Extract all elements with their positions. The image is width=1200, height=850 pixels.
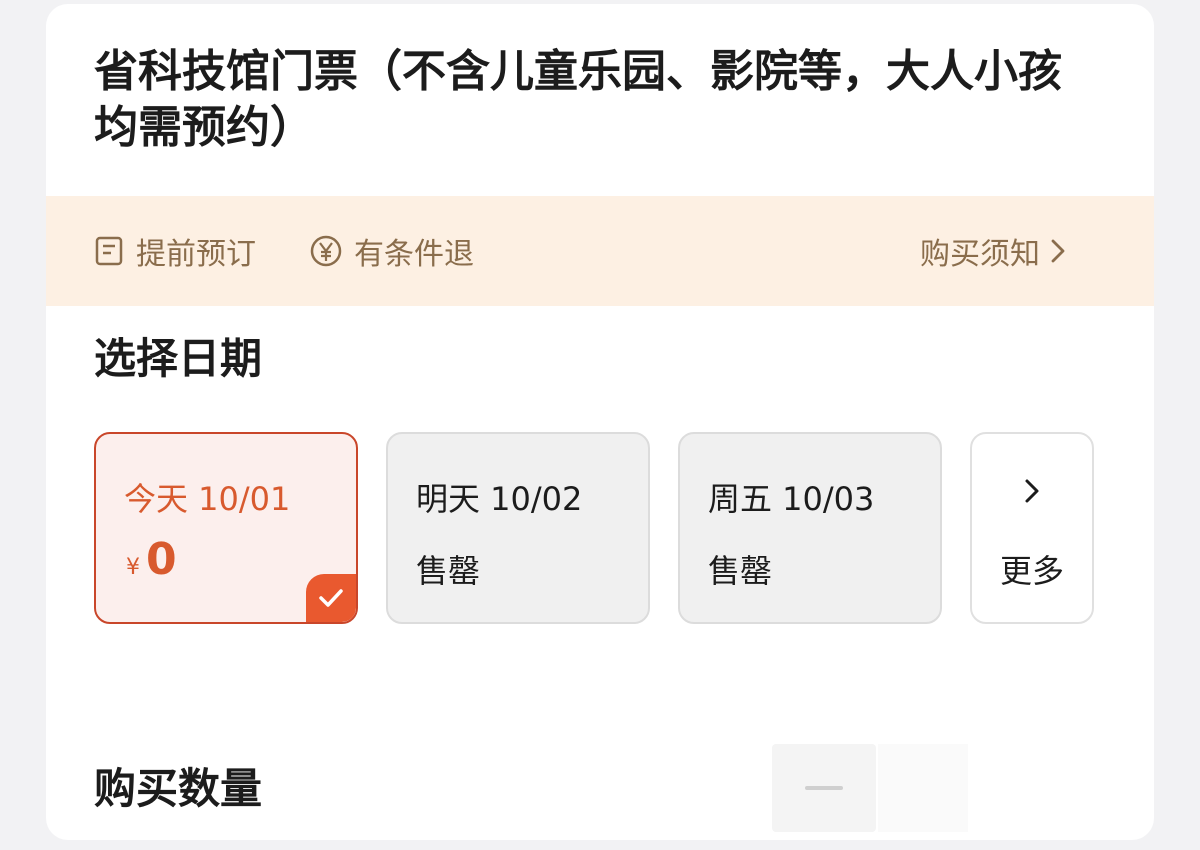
prebook-tag: 提前预订 — [92, 196, 256, 306]
currency-symbol: ¥ — [126, 555, 140, 580]
receipt-icon — [92, 234, 126, 268]
quantity-decrease-button[interactable] — [772, 744, 876, 832]
date-option-today[interactable]: 今天 10/01 ¥0 — [94, 432, 358, 624]
prebook-label: 提前预订 — [136, 237, 256, 272]
quantity-section-title: 购买数量 — [94, 764, 263, 813]
sold-out-label: 售罄 — [416, 552, 481, 590]
check-icon — [306, 574, 356, 622]
purchase-notice-label: 购买须知 — [920, 237, 1040, 272]
chevron-right-icon — [1050, 237, 1066, 265]
yen-circle-icon — [308, 233, 344, 269]
sold-out-label: 售罄 — [708, 552, 773, 590]
refund-label: 有条件退 — [354, 237, 474, 272]
price-amount: 0 — [146, 534, 177, 585]
page-title: 省科技馆门票（不含儿童乐园、影院等，大人小孩均需预约） — [94, 46, 1062, 153]
date-section-title: 选择日期 — [94, 334, 263, 383]
purchase-notice-link[interactable]: 购买须知 — [920, 196, 1066, 306]
date-option-tomorrow[interactable]: 明天 10/02 售罄 — [386, 432, 650, 624]
quantity-value-field[interactable] — [878, 744, 968, 832]
more-dates-label: 更多 — [999, 552, 1064, 590]
date-label: 明天 10/02 — [416, 480, 583, 518]
ticket-card: 省科技馆门票（不含儿童乐园、影院等，大人小孩均需预约） 提前预订 有条件退 购买… — [46, 4, 1154, 840]
more-dates-button[interactable]: 更多 — [970, 432, 1094, 624]
chevron-right-icon — [972, 476, 1092, 506]
policy-bar: 提前预订 有条件退 购买须知 — [46, 196, 1154, 306]
refund-tag: 有条件退 — [308, 196, 474, 306]
date-label: 周五 10/03 — [708, 480, 875, 518]
date-label: 今天 10/01 — [124, 480, 291, 518]
minus-icon — [805, 786, 843, 790]
date-price: ¥0 — [126, 534, 177, 585]
date-option-friday[interactable]: 周五 10/03 售罄 — [678, 432, 942, 624]
